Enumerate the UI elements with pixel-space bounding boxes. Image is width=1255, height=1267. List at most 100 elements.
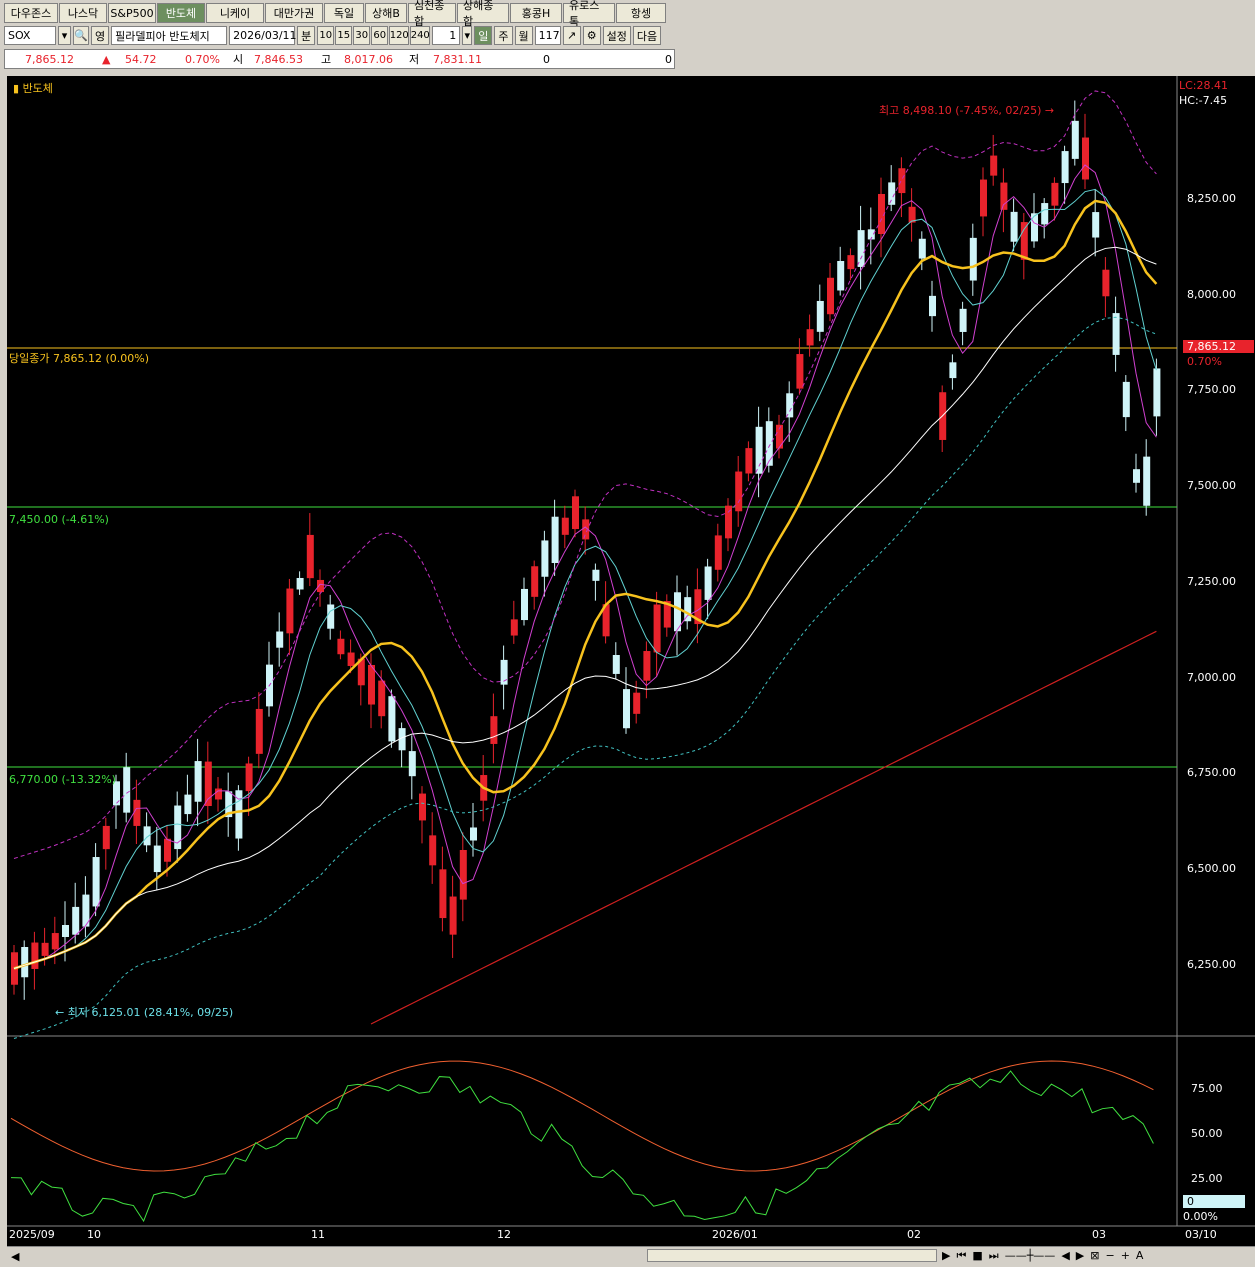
candle (1031, 213, 1038, 242)
period-15[interactable]: 15 (335, 26, 353, 45)
tab-1[interactable]: 나스닥 (59, 3, 107, 23)
last-price-tag: 7,865.12 (1183, 340, 1254, 353)
candle (623, 689, 630, 729)
candle (317, 579, 324, 593)
search-icon[interactable]: 🔍 (73, 26, 89, 45)
candle (561, 517, 569, 535)
candle (245, 763, 253, 792)
period-240[interactable]: 240 (410, 26, 431, 45)
candle (41, 942, 49, 956)
min-label: ← 최저 6,125.01 (28.41%, 09/25) (55, 1006, 234, 1019)
month-button[interactable]: 월 (514, 26, 533, 45)
candle (327, 604, 335, 629)
period-30[interactable]: 30 (353, 26, 371, 45)
zoom-out-icon[interactable]: ◀ (1061, 1249, 1069, 1263)
candle (918, 238, 926, 259)
day-button[interactable]: 일 (474, 26, 493, 45)
week-button[interactable]: 주 (494, 26, 513, 45)
tab-2[interactable]: S&P500 (108, 3, 156, 23)
y-tick-3: 7,500.00 (1187, 479, 1236, 493)
tab-9[interactable]: 상해종합 (457, 0, 509, 28)
max-label: 최고 8,498.10 (-7.45%, 02/25) → (879, 104, 1055, 117)
scroll-bar[interactable]: ◀ ▶ ⏮ ■ ⏭ ——┼—— ◀ ▶ ⊠ − + A (7, 1246, 1255, 1264)
osc-slow-line (10, 1060, 1154, 1172)
candle (1133, 469, 1140, 483)
last-pct-tag: 0.70% (1187, 355, 1222, 368)
kind-button[interactable]: 영 (91, 26, 110, 45)
candle (439, 869, 447, 919)
zoom-minus-icon[interactable]: − (1105, 1249, 1114, 1263)
tab-5[interactable]: 대만가권 (265, 3, 323, 23)
rewind-icon[interactable]: ⏮ (956, 1249, 966, 1263)
gear-icon[interactable]: ⚙ (582, 26, 601, 45)
dropdown-icon[interactable]: ▾ (58, 26, 71, 45)
candle (1051, 182, 1059, 206)
tab-4[interactable]: 니케이 (206, 3, 264, 23)
tab-8[interactable]: 심천종합 (408, 0, 456, 28)
market-tabs: 다우존스 나스닥 S&P500 반도체 니케이 대만가권 독일 상해B 심천종합 상해종합 홍콩H 유… (4, 0, 666, 28)
count-field[interactable]: 117 (534, 26, 561, 45)
x-label-6: 03 (1092, 1228, 1106, 1241)
osc-tick-0: 75.00 (1191, 1082, 1223, 1095)
candle (255, 708, 263, 754)
candle (133, 799, 141, 826)
period-60[interactable]: 60 (371, 26, 389, 45)
candle (92, 857, 100, 907)
osc-value-tag: 0 (1183, 1195, 1245, 1208)
candle (184, 794, 192, 815)
candle (194, 761, 202, 802)
candle (531, 566, 539, 597)
tab-0[interactable]: 다우존스 (4, 3, 58, 23)
scroll-left-icon[interactable]: ◀ (11, 1250, 19, 1263)
zoom-plus-icon[interactable]: + (1121, 1249, 1130, 1263)
minute-button[interactable]: 분 (297, 26, 316, 45)
forward-icon[interactable]: ⏭ (989, 1249, 999, 1263)
stepper-icon[interactable]: ▾ (462, 26, 473, 45)
osc-pct-tag: 0.00% (1183, 1210, 1218, 1223)
setting-button[interactable]: 설정 (602, 26, 631, 45)
candle (572, 496, 579, 530)
cross-icon[interactable]: ⊠ (1090, 1249, 1099, 1263)
tab-12[interactable]: 항셍 (616, 3, 666, 23)
candle (276, 631, 284, 648)
chart-type-icon[interactable]: ↗ (562, 26, 581, 45)
symbol-text: SOX (8, 29, 31, 42)
candle (796, 354, 804, 389)
candle (551, 516, 559, 564)
period-120[interactable]: 120 (389, 26, 410, 45)
candle (419, 793, 426, 821)
candle (1122, 381, 1130, 418)
price-chart[interactable] (7, 76, 1255, 1246)
tab-7[interactable]: 상해B (365, 3, 407, 23)
candle (949, 362, 957, 379)
auto-icon[interactable]: A (1136, 1249, 1144, 1263)
symbol-input[interactable]: SOX (4, 26, 56, 45)
zoom-in-icon[interactable]: ▶ (1076, 1249, 1084, 1263)
candle (215, 788, 222, 800)
candle (164, 838, 171, 862)
x-label-3: 12 (497, 1228, 511, 1241)
chart-area[interactable]: ▮ 반도체 LC:28.41 HC:-7.45 7,865.12 0.70% 당… (7, 76, 1255, 1246)
play-icon[interactable]: ▶ (942, 1249, 950, 1263)
tab-6[interactable]: 독일 (324, 3, 364, 23)
open-label: 시 (233, 53, 244, 66)
candle (643, 651, 651, 681)
step-field[interactable]: 1 (432, 26, 461, 45)
candle (969, 237, 977, 281)
date-field[interactable]: 2026/03/11 (229, 26, 297, 45)
candle (1071, 120, 1079, 159)
stop-icon[interactable]: ■ (972, 1249, 982, 1263)
candle (368, 664, 375, 705)
candle (1000, 182, 1008, 210)
candle (786, 393, 794, 418)
candle (1143, 456, 1151, 506)
tab-3[interactable]: 반도체 (157, 3, 205, 23)
tab-11[interactable]: 유로스톡 (563, 0, 615, 28)
scroll-thumb[interactable] (647, 1249, 937, 1262)
zoom-slider[interactable]: ——┼—— (1005, 1249, 1056, 1263)
ma5-line (13, 164, 1157, 969)
tab-10[interactable]: 홍콩H (510, 3, 562, 23)
next-button[interactable]: 다음 (632, 26, 662, 45)
period-10[interactable]: 10 (317, 26, 335, 45)
candle (153, 845, 161, 873)
